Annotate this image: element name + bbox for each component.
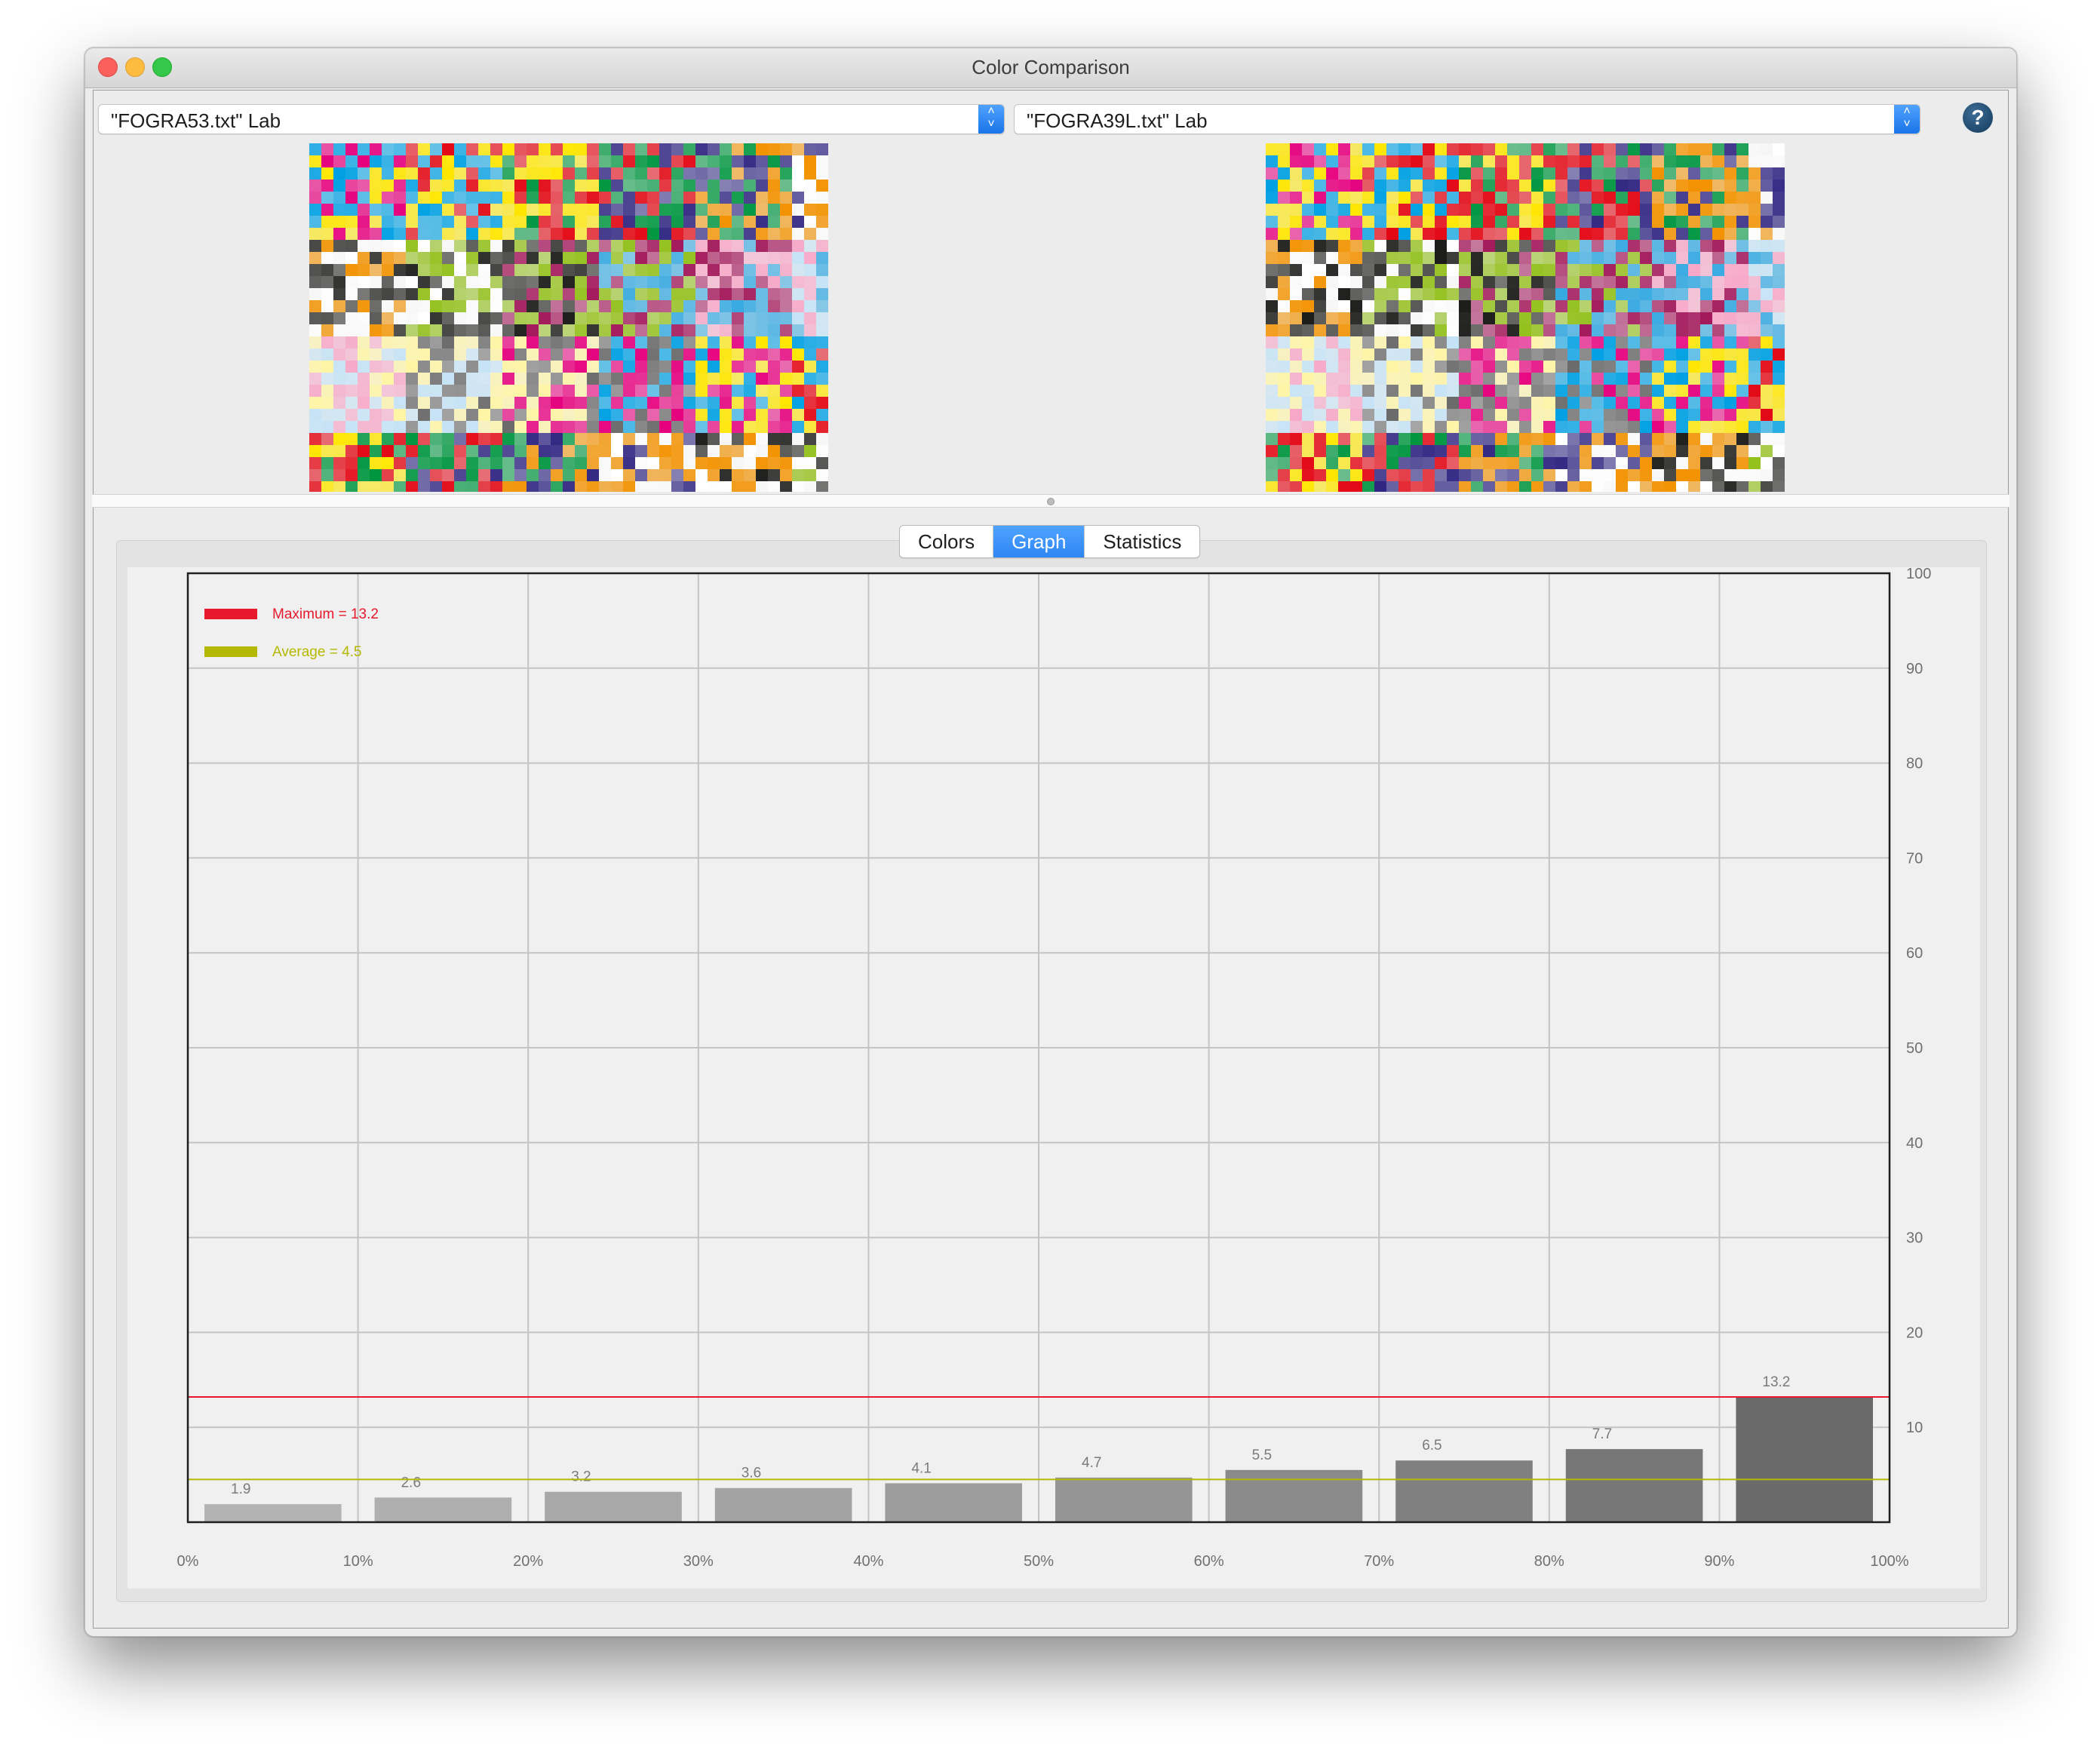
x-tick-label: 10%: [343, 1553, 373, 1570]
updown-chevron-icon: ˄ ˅: [1894, 105, 1920, 134]
bar: [714, 1487, 852, 1522]
bar: [885, 1483, 1022, 1522]
bar-value-label: 6.5: [1422, 1438, 1441, 1454]
window-title: Color Comparison: [972, 56, 1130, 78]
x-tick-label: 100%: [1870, 1553, 1908, 1570]
bar-value-label: 3.2: [571, 1469, 591, 1485]
bar-value-label: 1.9: [231, 1481, 250, 1497]
color-comparison-window: Color Comparison "FOGRA53.txt" Lab ˄ ˅ "F…: [84, 48, 2017, 1637]
y-tick-label: 40: [1906, 1135, 1923, 1152]
legend-average-label: Average = 4.5: [272, 644, 362, 660]
help-icon[interactable]: ?: [1963, 103, 1993, 133]
bar: [1565, 1449, 1703, 1522]
left-source-label: "FOGRA53.txt" Lab: [111, 109, 281, 132]
y-tick-label: 10: [1906, 1420, 1923, 1436]
graph-area: 1.9 2.6 3.2 3.6 4.1 4.7 5.5 6.5 7.7 13.2 10 20 30 40 5…: [127, 567, 1980, 1589]
delta-e-bar-chart: 1.9 2.6 3.2 3.6 4.1 4.7 5.56.57.713.2102030405…: [177, 567, 1932, 1570]
y-tick-label: 80: [1906, 756, 1923, 772]
left-source-popup[interactable]: "FOGRA53.txt" Lab ˄ ˅: [98, 104, 1005, 134]
split-divider[interactable]: [92, 494, 2009, 508]
bar-value-label: 13.2: [1762, 1374, 1790, 1390]
bar: [374, 1497, 512, 1522]
x-tick-label: 30%: [683, 1553, 714, 1570]
bar-value-label: 4.1: [911, 1460, 931, 1476]
x-tick-label: 90%: [1704, 1553, 1734, 1570]
legend-maximum-swatch: [204, 609, 257, 619]
x-tick-label: 70%: [1364, 1553, 1394, 1570]
y-tick-label: 60: [1906, 945, 1923, 962]
y-tick-label: 90: [1906, 661, 1923, 677]
right-color-chart-image: [1266, 143, 1785, 492]
x-tick-label: 20%: [513, 1553, 543, 1570]
y-tick-label: 50: [1906, 1040, 1923, 1057]
bar-value-label: 5.5: [1252, 1447, 1272, 1463]
bar-value-label: 7.7: [1592, 1426, 1612, 1442]
tab-colors[interactable]: Colors: [900, 526, 994, 557]
right-source-label: "FOGRA39L.txt" Lab: [1027, 109, 1208, 132]
left-color-chart-image: [309, 143, 828, 492]
split-handle-icon[interactable]: [1047, 498, 1055, 505]
y-tick-label: 30: [1906, 1230, 1923, 1247]
tab-graph[interactable]: Graph: [993, 526, 1085, 557]
window-content: "FOGRA53.txt" Lab ˄ ˅ "FOGRA39L.txt" Lab …: [92, 90, 2009, 1629]
y-tick-label: 20: [1906, 1325, 1923, 1341]
bar-value-label: 2.6: [401, 1475, 421, 1490]
x-tick-label: 80%: [1534, 1553, 1564, 1570]
updown-chevron-icon: ˄ ˅: [978, 105, 1004, 134]
view-tabs: Colors Graph Statistics: [899, 525, 1201, 558]
bar: [1225, 1469, 1363, 1522]
y-tick-label: 100: [1906, 567, 1931, 582]
x-tick-label: 0%: [177, 1553, 199, 1570]
x-tick-label: 50%: [1024, 1553, 1054, 1570]
right-source-popup[interactable]: "FOGRA39L.txt" Lab ˄ ˅: [1014, 104, 1920, 134]
bar: [1395, 1460, 1533, 1522]
x-tick-label: 60%: [1194, 1553, 1224, 1570]
title-bar: Color Comparison: [85, 48, 2016, 88]
legend-maximum-label: Maximum = 13.2: [272, 606, 379, 622]
tab-statistics[interactable]: Statistics: [1085, 526, 1199, 557]
bar-value-label: 4.7: [1082, 1455, 1101, 1471]
x-tick-label: 40%: [853, 1553, 883, 1570]
y-tick-label: 70: [1906, 850, 1923, 867]
bar: [204, 1504, 342, 1522]
bar: [1736, 1396, 1873, 1522]
bar: [545, 1491, 682, 1522]
bar: [1055, 1477, 1193, 1522]
legend-average-swatch: [204, 646, 257, 657]
